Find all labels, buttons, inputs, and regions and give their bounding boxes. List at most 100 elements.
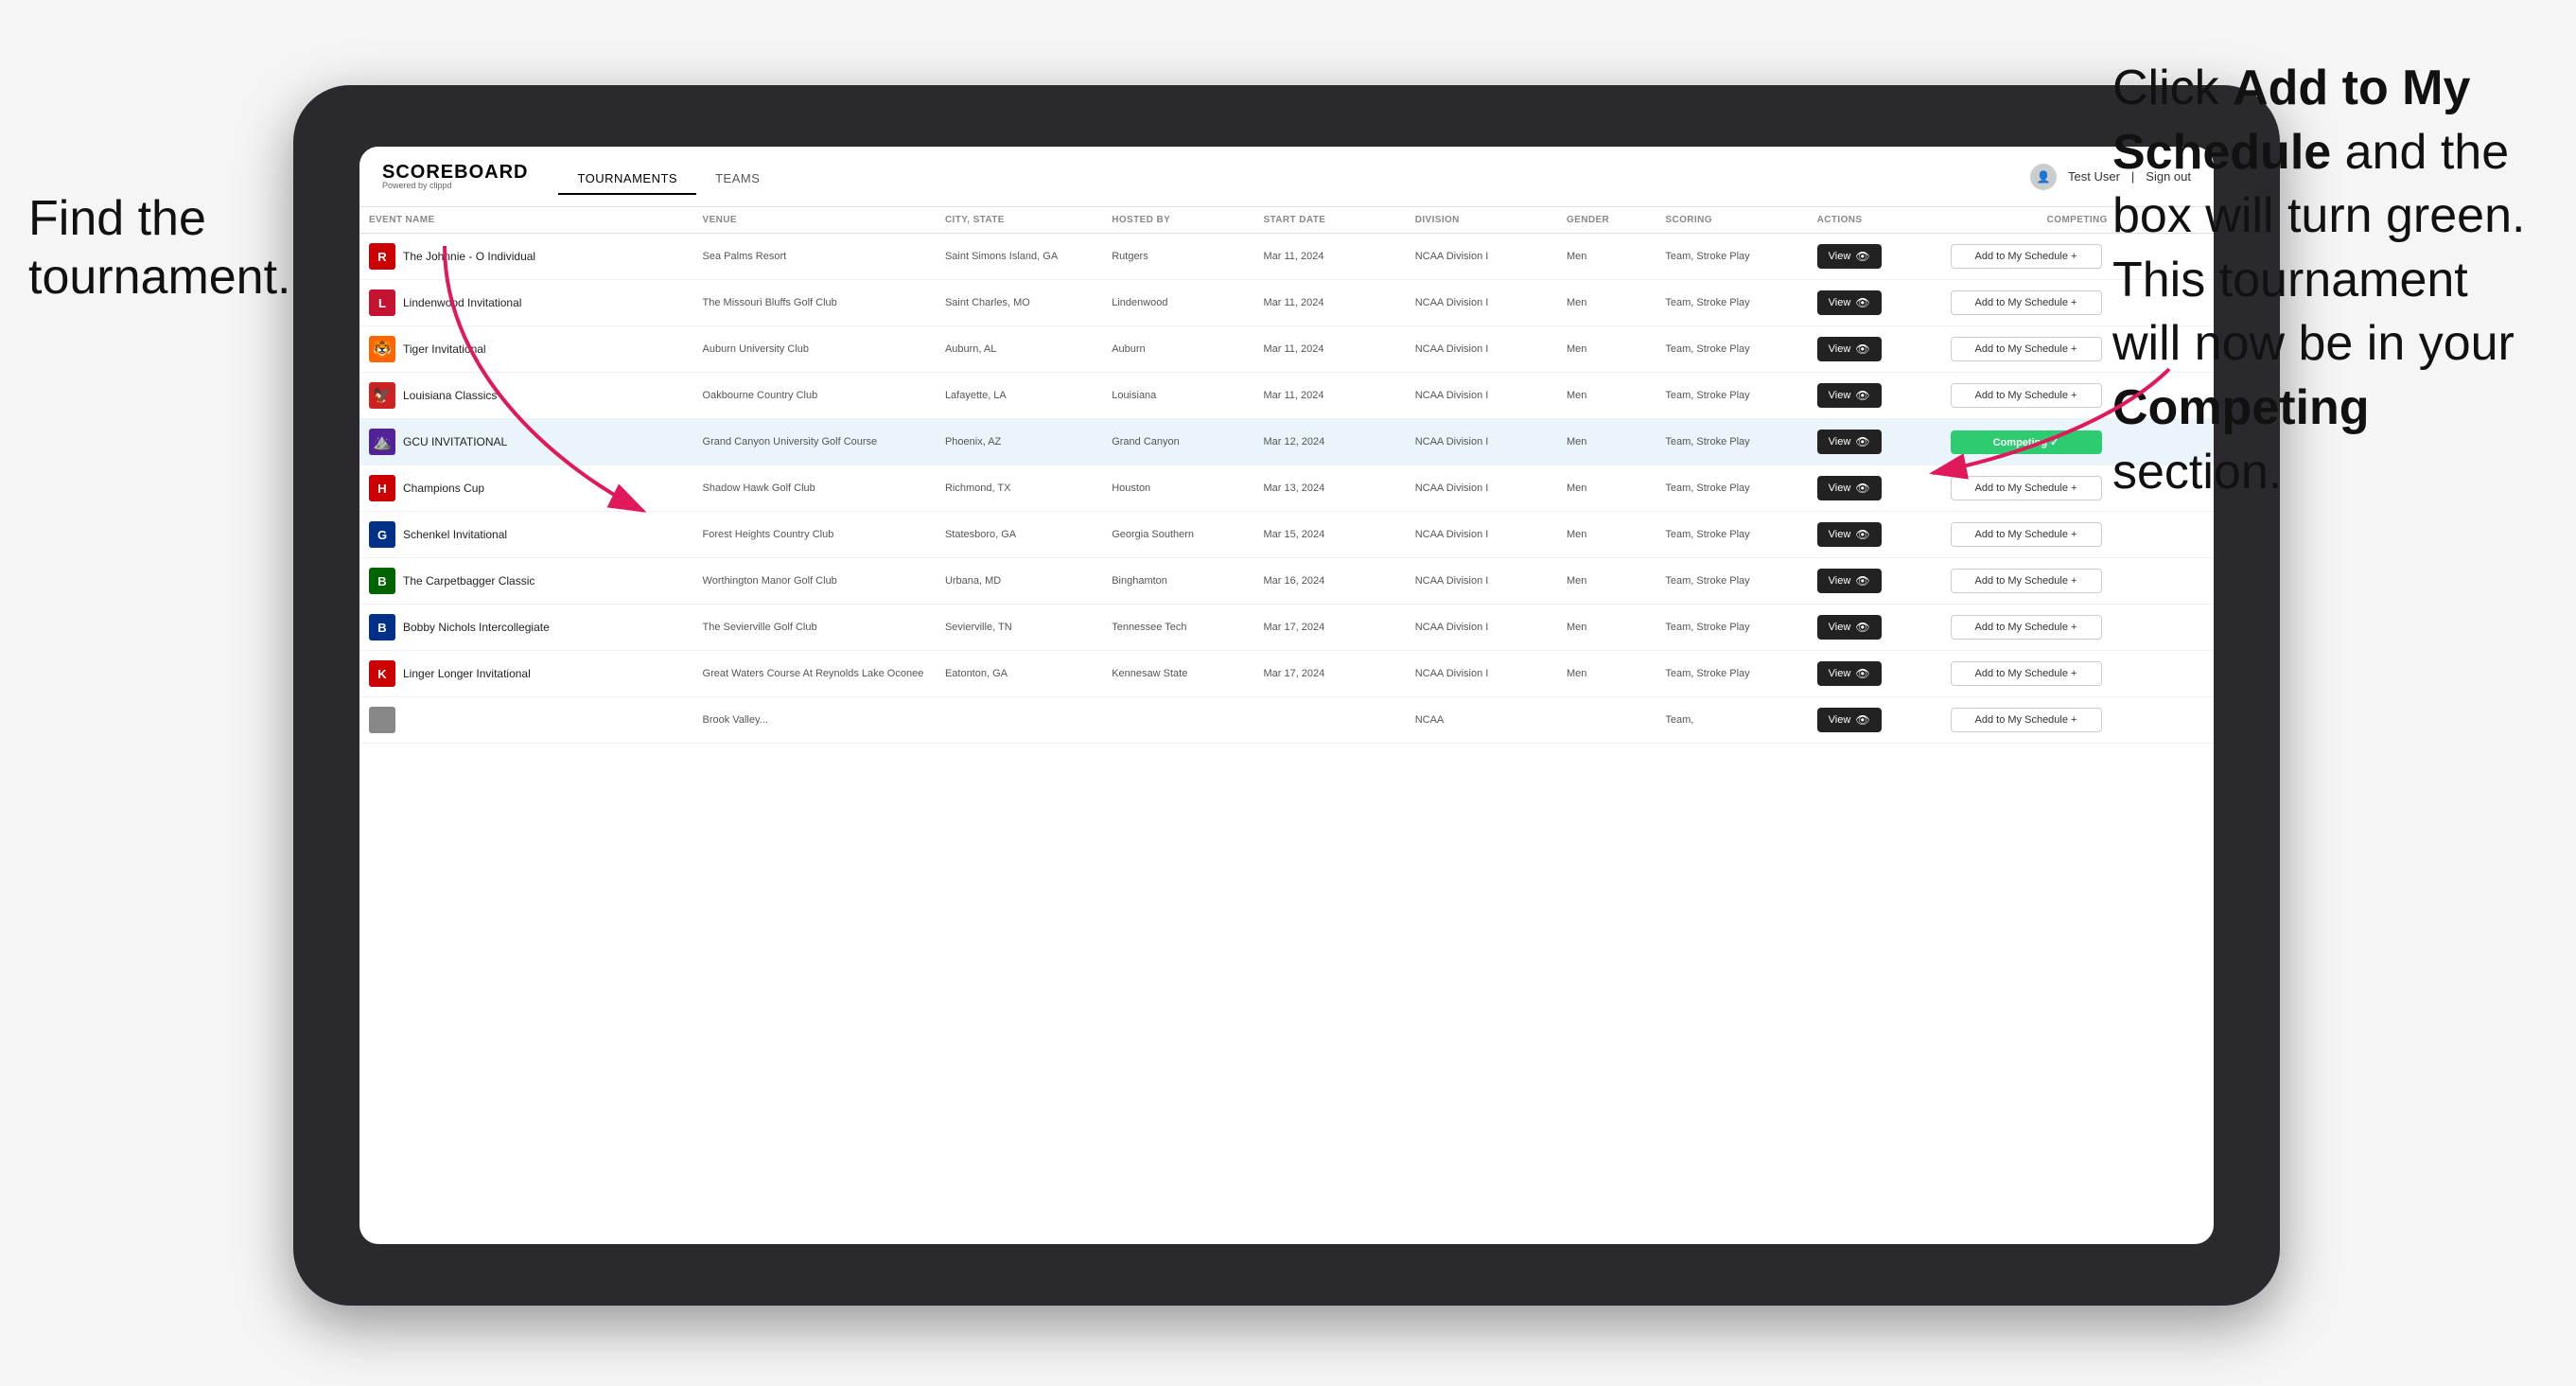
add-schedule-button-1[interactable]: Add to My Schedule + bbox=[1951, 244, 2102, 269]
gender-cell-4: Men bbox=[1557, 373, 1656, 419]
venue-cell-2: The Missouri Bluffs Golf Club bbox=[693, 280, 936, 326]
table-row: R The Johnnie - O Individual Sea Palms R… bbox=[359, 234, 2214, 280]
tab-teams[interactable]: TEAMS bbox=[696, 164, 779, 195]
city-cell-4: Lafayette, LA bbox=[936, 373, 1102, 419]
logo-title: SCOREBOARD bbox=[382, 163, 528, 182]
date-cell-3: Mar 11, 2024 bbox=[1253, 326, 1405, 373]
col-header-scoring: SCORING bbox=[1656, 207, 1807, 234]
col-header-event: EVENT NAME bbox=[359, 207, 693, 234]
scoring-cell-4: Team, Stroke Play bbox=[1656, 373, 1807, 419]
col-header-gender: GENDER bbox=[1557, 207, 1656, 234]
city-cell-8: Urbana, MD bbox=[936, 558, 1102, 605]
event-name-cell-1: R The Johnnie - O Individual bbox=[359, 234, 693, 280]
city-cell-6: Richmond, TX bbox=[936, 465, 1102, 512]
team-logo-10: K bbox=[369, 660, 395, 687]
annotation-right: Click Add to My Schedule and the box wil… bbox=[2112, 57, 2548, 504]
eye-icon-1: 👁 bbox=[1855, 250, 1869, 263]
venue-cell-8: Worthington Manor Golf Club bbox=[693, 558, 936, 605]
add-schedule-button-3[interactable]: Add to My Schedule + bbox=[1951, 337, 2102, 361]
add-schedule-button-11[interactable]: Add to My Schedule + bbox=[1951, 708, 2102, 732]
team-logo-7: G bbox=[369, 521, 395, 548]
event-name-cell-8: B The Carpetbagger Classic bbox=[359, 558, 693, 605]
table-row: H Champions Cup Shadow Hawk Golf Club Ri… bbox=[359, 465, 2214, 512]
event-name-cell-10: K Linger Longer Invitational bbox=[359, 651, 693, 697]
col-header-actions: ACTIONS bbox=[1808, 207, 1941, 234]
division-cell-6: NCAA Division I bbox=[1406, 465, 1557, 512]
add-schedule-button-6[interactable]: Add to My Schedule + bbox=[1951, 476, 2102, 500]
view-button-3[interactable]: View 👁 bbox=[1817, 337, 1882, 361]
division-cell-11: NCAA bbox=[1406, 697, 1557, 744]
division-cell-4: NCAA Division I bbox=[1406, 373, 1557, 419]
hosted-cell-3: Auburn bbox=[1102, 326, 1253, 373]
view-button-7[interactable]: View 👁 bbox=[1817, 522, 1882, 547]
view-button-9[interactable]: View 👁 bbox=[1817, 615, 1882, 640]
event-name-7: Schenkel Invitational bbox=[403, 528, 507, 541]
eye-icon-4: 👁 bbox=[1855, 389, 1869, 402]
division-cell-7: NCAA Division I bbox=[1406, 512, 1557, 558]
view-button-5[interactable]: View 👁 bbox=[1817, 430, 1882, 454]
add-schedule-button-4[interactable]: Add to My Schedule + bbox=[1951, 383, 2102, 408]
col-header-date: START DATE bbox=[1253, 207, 1405, 234]
competing-cell-9: Add to My Schedule + bbox=[1941, 605, 2215, 651]
col-header-venue: VENUE bbox=[693, 207, 936, 234]
actions-cell-9: View 👁 bbox=[1808, 605, 1941, 651]
user-avatar: 👤 bbox=[2030, 164, 2057, 190]
scoring-cell-11: Team, bbox=[1656, 697, 1807, 744]
add-schedule-button-8[interactable]: Add to My Schedule + bbox=[1951, 569, 2102, 593]
city-cell-11 bbox=[936, 697, 1102, 744]
date-cell-1: Mar 11, 2024 bbox=[1253, 234, 1405, 280]
city-cell-7: Statesboro, GA bbox=[936, 512, 1102, 558]
team-logo-3: 🐯 bbox=[369, 336, 395, 362]
hosted-cell-4: Louisiana bbox=[1102, 373, 1253, 419]
add-schedule-button-7[interactable]: Add to My Schedule + bbox=[1951, 522, 2102, 547]
table-row: 🐯 Tiger Invitational Auburn University C… bbox=[359, 326, 2214, 373]
date-cell-4: Mar 11, 2024 bbox=[1253, 373, 1405, 419]
division-cell-8: NCAA Division I bbox=[1406, 558, 1557, 605]
scoring-cell-10: Team, Stroke Play bbox=[1656, 651, 1807, 697]
venue-cell-9: The Sevierville Golf Club bbox=[693, 605, 936, 651]
competing-cell-7: Add to My Schedule + bbox=[1941, 512, 2215, 558]
division-cell-5: NCAA Division I bbox=[1406, 419, 1557, 465]
city-cell-2: Saint Charles, MO bbox=[936, 280, 1102, 326]
team-logo-2: L bbox=[369, 289, 395, 316]
table-row: B The Carpetbagger Classic Worthington M… bbox=[359, 558, 2214, 605]
view-button-6[interactable]: View 👁 bbox=[1817, 476, 1882, 500]
nav-bar: SCOREBOARD Powered by clippd TOURNAMENTS… bbox=[359, 147, 2214, 207]
city-cell-10: Eatonton, GA bbox=[936, 651, 1102, 697]
table-row: 🦅 Louisiana Classics Oakbourne Country C… bbox=[359, 373, 2214, 419]
gender-cell-6: Men bbox=[1557, 465, 1656, 512]
view-button-4[interactable]: View 👁 bbox=[1817, 383, 1882, 408]
event-name-2: Lindenwood Invitational bbox=[403, 296, 521, 309]
view-button-11[interactable]: View 👁 bbox=[1817, 708, 1882, 732]
team-logo-8: B bbox=[369, 568, 395, 594]
add-schedule-button-2[interactable]: Add to My Schedule + bbox=[1951, 290, 2102, 315]
gender-cell-9: Men bbox=[1557, 605, 1656, 651]
table-row: B Bobby Nichols Intercollegiate The Sevi… bbox=[359, 605, 2214, 651]
division-cell-1: NCAA Division I bbox=[1406, 234, 1557, 280]
venue-cell-11: Brook Valley... bbox=[693, 697, 936, 744]
competing-cell-8: Add to My Schedule + bbox=[1941, 558, 2215, 605]
date-cell-5: Mar 12, 2024 bbox=[1253, 419, 1405, 465]
scoring-cell-7: Team, Stroke Play bbox=[1656, 512, 1807, 558]
hosted-cell-11 bbox=[1102, 697, 1253, 744]
view-button-10[interactable]: View 👁 bbox=[1817, 661, 1882, 686]
gender-cell-3: Men bbox=[1557, 326, 1656, 373]
table-row: ⛰️ GCU INVITATIONAL Grand Canyon Univers… bbox=[359, 419, 2214, 465]
tab-tournaments[interactable]: TOURNAMENTS bbox=[558, 164, 696, 195]
competing-cell-11: Add to My Schedule + bbox=[1941, 697, 2215, 744]
add-schedule-button-10[interactable]: Add to My Schedule + bbox=[1951, 661, 2102, 686]
date-cell-7: Mar 15, 2024 bbox=[1253, 512, 1405, 558]
event-name-cell-3: 🐯 Tiger Invitational bbox=[359, 326, 693, 373]
eye-icon-5: 👁 bbox=[1855, 435, 1869, 448]
date-cell-6: Mar 13, 2024 bbox=[1253, 465, 1405, 512]
competing-button-5[interactable]: Competing ✓ bbox=[1951, 430, 2102, 454]
tablet-screen: SCOREBOARD Powered by clippd TOURNAMENTS… bbox=[359, 147, 2214, 1244]
eye-icon-3: 👁 bbox=[1855, 342, 1869, 356]
view-button-1[interactable]: View 👁 bbox=[1817, 244, 1882, 269]
view-button-8[interactable]: View 👁 bbox=[1817, 569, 1882, 593]
table-container: EVENT NAME VENUE CITY, STATE HOSTED BY S… bbox=[359, 207, 2214, 1244]
add-schedule-button-9[interactable]: Add to My Schedule + bbox=[1951, 615, 2102, 640]
view-button-2[interactable]: View 👁 bbox=[1817, 290, 1882, 315]
eye-icon-10: 👁 bbox=[1855, 667, 1869, 680]
hosted-cell-5: Grand Canyon bbox=[1102, 419, 1253, 465]
